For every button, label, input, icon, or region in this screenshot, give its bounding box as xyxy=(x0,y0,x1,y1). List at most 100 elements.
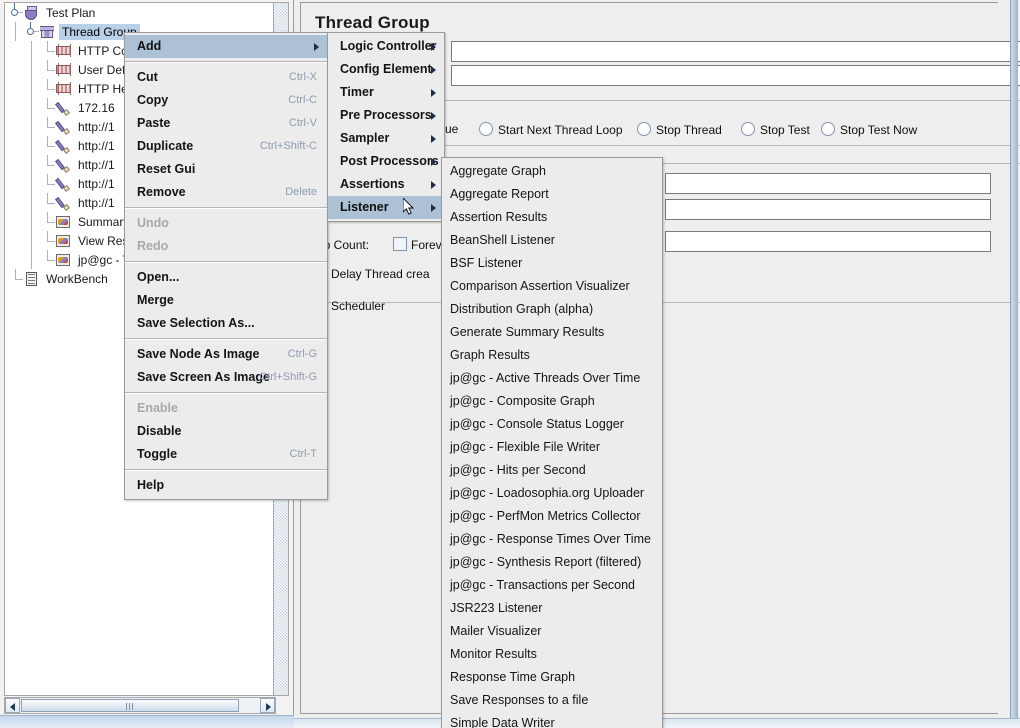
menu-item-shortcut: Ctrl+Shift-G xyxy=(259,371,317,383)
menu-item-label: jp@gc - Synthesis Report (filtered) xyxy=(450,555,642,569)
menu-item-assertions[interactable]: Assertions xyxy=(328,173,444,196)
radio-stop-test-now-label: Stop Test Now xyxy=(840,123,918,137)
menu-item-toggle[interactable]: Toggle Ctrl-T xyxy=(125,443,327,466)
menu-item-add[interactable]: Add xyxy=(125,35,327,58)
delay-thread-creation-checkbox[interactable]: Delay Thread crea xyxy=(331,267,430,281)
menu-item-copy[interactable]: Copy Ctrl-C xyxy=(125,89,327,112)
radio-continue[interactable]: ue xyxy=(445,122,458,136)
menu-item-save-responses-to-a-file[interactable]: Save Responses to a file xyxy=(442,689,662,712)
tree-node-label: Test Plan xyxy=(46,5,96,20)
menu-item-timer[interactable]: Timer xyxy=(328,81,444,104)
menu-item-generate-summary-results[interactable]: Generate Summary Results xyxy=(442,321,662,344)
menu-item-listener[interactable]: Listener xyxy=(328,196,444,219)
menu-item-jp-gc-response-times-over-time[interactable]: jp@gc - Response Times Over Time xyxy=(442,528,662,551)
menu-item-sampler[interactable]: Sampler xyxy=(328,127,444,150)
menu-item-cut[interactable]: Cut Ctrl-X xyxy=(125,66,327,89)
menu-item-label: jp@gc - Hits per Second xyxy=(450,463,586,477)
menu-item-monitor-results[interactable]: Monitor Results xyxy=(442,643,662,666)
ramp-up-field[interactable] xyxy=(665,199,991,220)
jmeter-window: Test PlanThread GroupHTTP Cookie Manager… xyxy=(0,0,1020,728)
radio-stop-test[interactable]: Stop Test xyxy=(741,122,810,137)
menu-item-aggregate-report[interactable]: Aggregate Report xyxy=(442,183,662,206)
menu-item-merge[interactable]: Merge xyxy=(125,289,327,312)
tree-hscroll-thumb[interactable] xyxy=(21,699,239,712)
menu-item-reset-gui[interactable]: Reset Gui xyxy=(125,158,327,181)
menu-item-label: Distribution Graph (alpha) xyxy=(450,302,594,316)
tree-horizontal-scrollbar[interactable] xyxy=(4,697,276,714)
main-vertical-scrollbar[interactable] xyxy=(1010,0,1018,728)
menu-item-disable[interactable]: Disable xyxy=(125,420,327,443)
radio-stop-thread[interactable]: Stop Thread xyxy=(637,122,722,137)
tree-expander-icon[interactable] xyxy=(7,3,23,22)
submenu-arrow-icon xyxy=(431,89,436,97)
menu-item-paste[interactable]: Paste Ctrl-V xyxy=(125,112,327,135)
tree-node-0[interactable]: Test Plan xyxy=(5,3,275,22)
menu-separator xyxy=(125,469,327,471)
tree-connector-icon xyxy=(7,174,23,193)
menu-item-bsf-listener[interactable]: BSF Listener xyxy=(442,252,662,275)
menu-item-aggregate-graph[interactable]: Aggregate Graph xyxy=(442,160,662,183)
menu-item-config-element[interactable]: Config Element xyxy=(328,58,444,81)
scroll-right-arrow-icon[interactable] xyxy=(260,698,275,713)
tree-connector-icon xyxy=(39,174,55,193)
menu-item-logic-controller[interactable]: Logic Controller xyxy=(328,35,444,58)
menu-item-redo: Redo xyxy=(125,235,327,258)
menu-item-jp-gc-perfmon-metrics-collector[interactable]: jp@gc - PerfMon Metrics Collector xyxy=(442,505,662,528)
menu-item-post-processors[interactable]: Post Processors xyxy=(328,150,444,173)
menu-item-jp-gc-loadosophia-org-uploader[interactable]: jp@gc - Loadosophia.org Uploader xyxy=(442,482,662,505)
menu-item-save-selection-as[interactable]: Save Selection As... xyxy=(125,312,327,335)
scheduler-checkbox[interactable]: Scheduler xyxy=(331,299,385,313)
menu-item-duplicate[interactable]: Duplicate Ctrl+Shift-C xyxy=(125,135,327,158)
delay-thread-creation-label: Delay Thread crea xyxy=(331,267,430,281)
radio-dot-icon xyxy=(821,122,835,136)
radio-start-next-thread-loop[interactable]: Start Next Thread Loop xyxy=(479,122,623,137)
scroll-left-arrow-icon[interactable] xyxy=(5,698,20,713)
menu-item-jsr223-listener[interactable]: JSR223 Listener xyxy=(442,597,662,620)
menu-item-comparison-assertion-visualizer[interactable]: Comparison Assertion Visualizer xyxy=(442,275,662,298)
submenu-arrow-icon xyxy=(431,181,436,189)
menu-item-jp-gc-active-threads-over-time[interactable]: jp@gc - Active Threads Over Time xyxy=(442,367,662,390)
add-submenu[interactable]: Logic Controller Config Element Timer Pre P… xyxy=(327,32,445,222)
menu-item-open[interactable]: Open... xyxy=(125,266,327,289)
menu-item-mailer-visualizer[interactable]: Mailer Visualizer xyxy=(442,620,662,643)
tree-connector-icon xyxy=(23,231,39,251)
tree-connector-icon xyxy=(39,193,55,212)
menu-item-graph-results[interactable]: Graph Results xyxy=(442,344,662,367)
menu-item-label: Save Node As Image xyxy=(137,347,260,361)
menu-item-jp-gc-synthesis-report-filtered[interactable]: jp@gc - Synthesis Report (filtered) xyxy=(442,551,662,574)
menu-item-save-node-as-image[interactable]: Save Node As Image Ctrl-G xyxy=(125,343,327,366)
menu-item-jp-gc-flexible-file-writer[interactable]: jp@gc - Flexible File Writer xyxy=(442,436,662,459)
menu-item-label: Monitor Results xyxy=(450,647,537,661)
loop-count-field[interactable] xyxy=(665,231,991,252)
menu-item-pre-processors[interactable]: Pre Processors xyxy=(328,104,444,127)
menu-item-simple-data-writer[interactable]: Simple Data Writer xyxy=(442,712,662,728)
menu-item-remove[interactable]: Remove Delete xyxy=(125,181,327,204)
menu-item-jp-gc-console-status-logger[interactable]: jp@gc - Console Status Logger xyxy=(442,413,662,436)
scheduler-label: Scheduler xyxy=(331,299,386,313)
comments-field[interactable] xyxy=(451,65,1020,86)
menu-item-jp-gc-hits-per-second[interactable]: jp@gc - Hits per Second xyxy=(442,459,662,482)
sampler-icon xyxy=(55,176,72,192)
tree-context-menu[interactable]: Add Cut Ctrl-X Copy Ctrl-C Paste Ctrl-V Duplica… xyxy=(124,32,328,500)
menu-item-jp-gc-transactions-per-second[interactable]: jp@gc - Transactions per Second xyxy=(442,574,662,597)
submenu-arrow-icon xyxy=(431,43,436,51)
menu-item-save-screen-as-image[interactable]: Save Screen As Image Ctrl+Shift-G xyxy=(125,366,327,389)
listener-icon xyxy=(55,214,72,230)
listener-submenu[interactable]: Aggregate Graph Aggregate Report Assertion… xyxy=(441,157,663,728)
tree-connector-icon xyxy=(23,174,39,194)
tree-expander-icon[interactable] xyxy=(23,22,39,41)
menu-item-distribution-graph-alpha[interactable]: Distribution Graph (alpha) xyxy=(442,298,662,321)
menu-item-assertion-results[interactable]: Assertion Results xyxy=(442,206,662,229)
tree-connector-icon xyxy=(23,155,39,175)
menu-item-help[interactable]: Help xyxy=(125,474,327,497)
menu-item-jp-gc-composite-graph[interactable]: jp@gc - Composite Graph xyxy=(442,390,662,413)
radio-stop-test-label: Stop Test xyxy=(760,123,810,137)
radio-stop-test-now[interactable]: Stop Test Now xyxy=(821,122,917,137)
menu-item-response-time-graph[interactable]: Response Time Graph xyxy=(442,666,662,689)
menu-item-beanshell-listener[interactable]: BeanShell Listener xyxy=(442,229,662,252)
name-field[interactable] xyxy=(451,41,1020,62)
listener-icon xyxy=(55,233,72,249)
thread-count-field[interactable] xyxy=(665,173,991,194)
menu-item-label: Reset Gui xyxy=(137,162,196,176)
forever-checkbox[interactable]: Forev xyxy=(393,237,442,252)
